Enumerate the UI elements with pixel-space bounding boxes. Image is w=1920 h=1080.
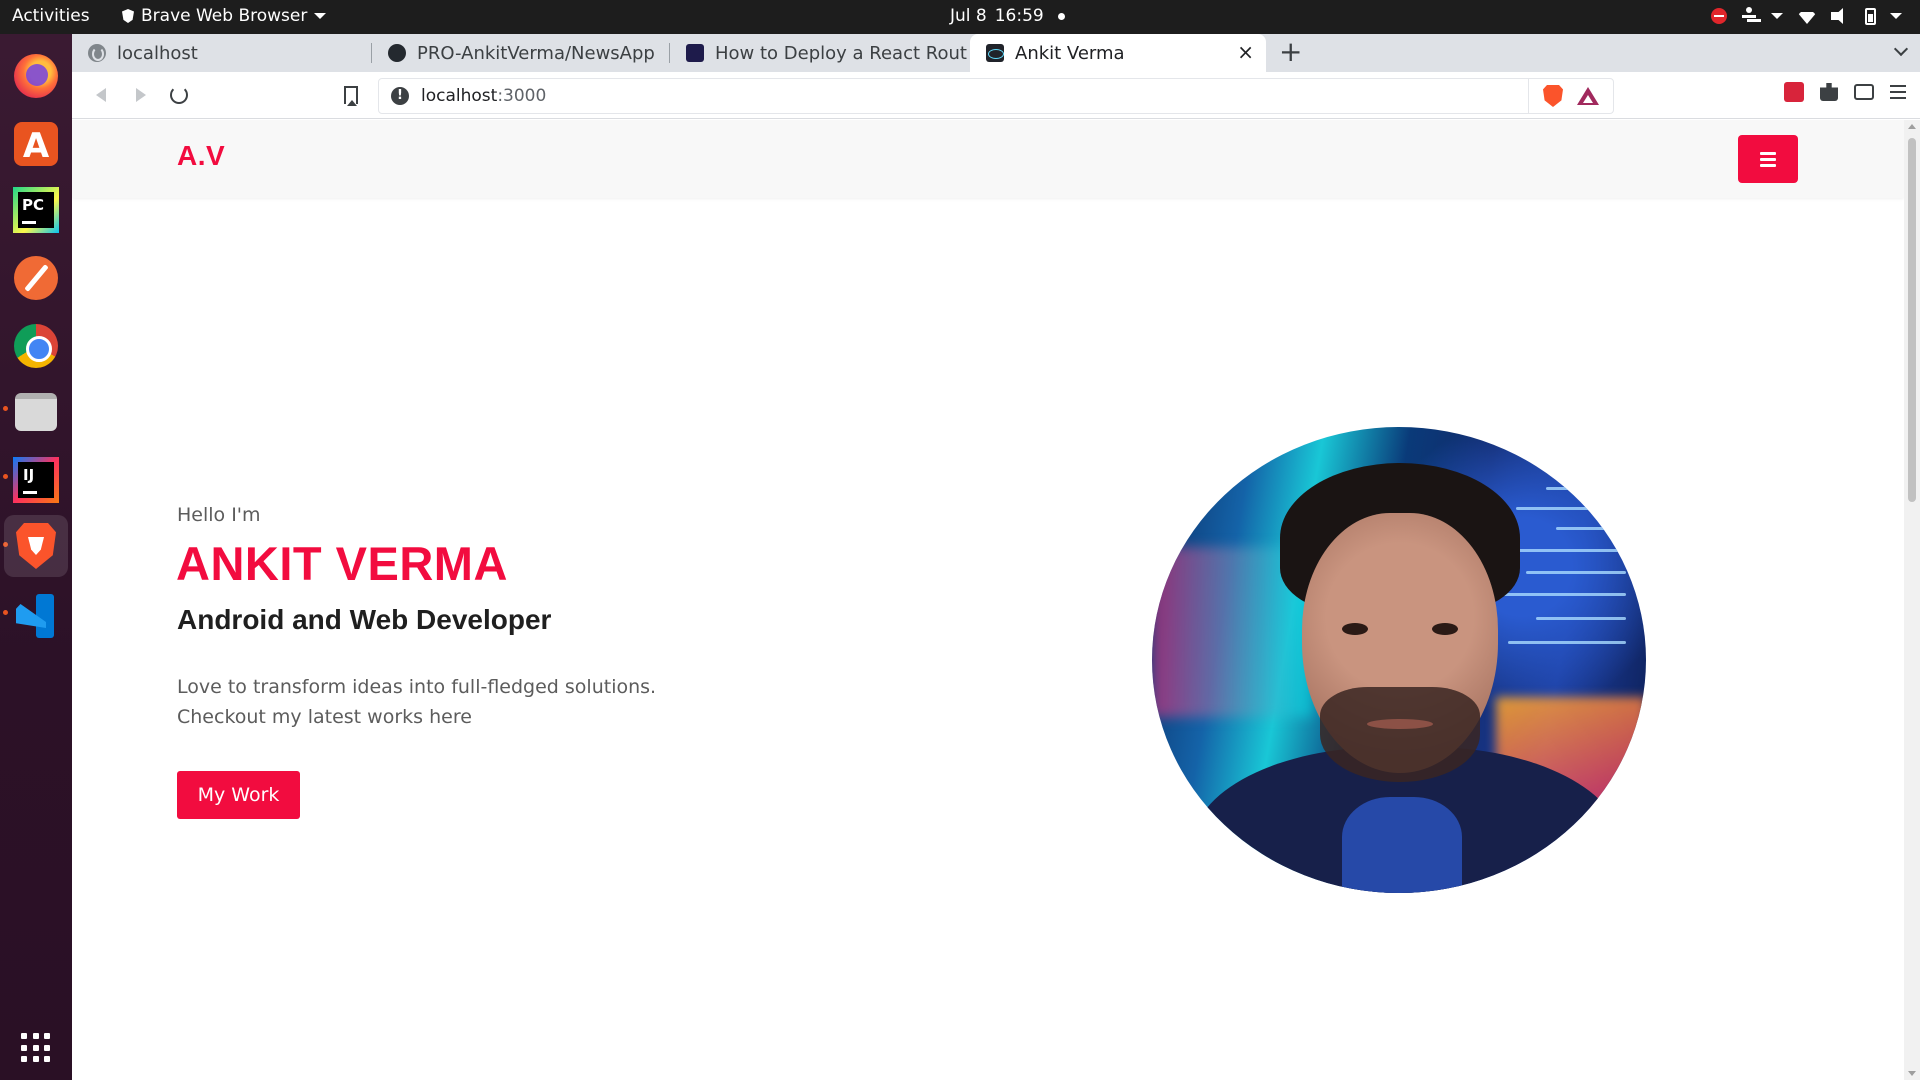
- running-indicator: [3, 406, 8, 411]
- github-icon: [388, 44, 406, 62]
- dock-intellij[interactable]: IJ: [10, 454, 62, 506]
- pycharm-icon: PC: [13, 187, 59, 233]
- address-url[interactable]: localhost:3000: [421, 86, 546, 106]
- app-menu-label: Brave Web Browser: [141, 6, 308, 26]
- forward-button[interactable]: [132, 86, 150, 104]
- brave-shield-icon: [122, 9, 134, 23]
- brave-icon: [16, 523, 56, 569]
- extension-icon[interactable]: [1784, 82, 1804, 102]
- dock-chrome[interactable]: [10, 320, 62, 372]
- intellij-icon: IJ: [13, 457, 59, 503]
- my-work-button[interactable]: My Work: [177, 771, 300, 819]
- profile-photo: [1152, 427, 1646, 893]
- hero-description-line: Love to transform ideas into full-fledge…: [177, 676, 657, 698]
- menu-icon[interactable]: [1890, 84, 1906, 100]
- close-tab-icon[interactable]: ×: [1237, 42, 1254, 62]
- tab-title: Ankit Verma: [1015, 42, 1125, 64]
- address-bar[interactable]: ! localhost:3000: [378, 78, 1614, 114]
- firefox-icon: [14, 54, 58, 98]
- browser-toolbar: ! localhost:3000: [72, 72, 1920, 119]
- site-navbar: A.V: [72, 120, 1904, 198]
- running-indicator: [3, 474, 8, 479]
- hero-greeting: Hello I'm: [177, 504, 261, 526]
- tab-localhost[interactable]: localhost: [72, 34, 372, 72]
- clock-time: 16:59: [994, 6, 1044, 26]
- vscode-icon: [14, 594, 58, 638]
- hero-description-line: Checkout my latest works here: [177, 706, 472, 728]
- dock-vscode[interactable]: [10, 590, 62, 642]
- tab-title: localhost: [117, 42, 198, 64]
- app-menu[interactable]: Brave Web Browser: [122, 6, 327, 26]
- tab-strip: localhost PRO-AnkitVerma/NewsApp How to …: [72, 34, 1920, 72]
- scroll-down-icon[interactable]: [1908, 1071, 1916, 1076]
- extensions-puzzle-icon[interactable]: [1820, 83, 1838, 101]
- running-indicator: [3, 610, 8, 615]
- bookmark-icon[interactable]: [344, 86, 358, 106]
- back-button[interactable]: [92, 86, 110, 104]
- chevron-down-icon: [1771, 13, 1783, 19]
- text-editor-icon: [14, 256, 58, 300]
- dock-files[interactable]: [10, 386, 62, 438]
- tab-search-chevron-icon[interactable]: [1893, 41, 1909, 57]
- page-scrollbar[interactable]: [1904, 120, 1920, 1080]
- notification-dot-icon: [1057, 12, 1065, 20]
- wifi-icon: [1797, 8, 1817, 24]
- show-applications-button[interactable]: [10, 1022, 62, 1074]
- nav-menu-button[interactable]: [1738, 135, 1798, 183]
- volume-icon: [1831, 8, 1851, 24]
- address-bar-actions: [1528, 79, 1613, 113]
- hero-name: ANKIT VERMA: [176, 537, 508, 590]
- reload-button[interactable]: [170, 86, 188, 104]
- web-page: A.V Hello I'm ANKIT VERMA Android and We…: [72, 120, 1904, 1080]
- brave-rewards-icon[interactable]: [1577, 87, 1599, 105]
- tab-title: How to Deploy a React Router: [715, 42, 967, 64]
- hero-description: Love to transform ideas into full-fledge…: [177, 672, 737, 732]
- clock[interactable]: Jul 8 16:59: [950, 6, 1065, 26]
- tab-github-newsapp[interactable]: PRO-AnkitVerma/NewsApp: [372, 34, 670, 72]
- do-not-disturb-icon: [1711, 8, 1727, 24]
- files-icon: [15, 393, 57, 431]
- toolbar-actions: [1784, 82, 1920, 102]
- ubuntu-software-icon: A: [14, 122, 58, 166]
- brave-shields-icon[interactable]: [1543, 85, 1563, 107]
- clock-date: Jul 8: [950, 6, 987, 26]
- globe-icon: [88, 44, 106, 62]
- wallet-icon[interactable]: [1854, 84, 1874, 100]
- dock: A PC IJ: [0, 34, 72, 1080]
- new-tab-button[interactable]: +: [1279, 38, 1302, 66]
- system-tray[interactable]: [1711, 7, 1902, 25]
- dock-pycharm[interactable]: PC: [10, 184, 62, 236]
- battery-icon: [1865, 7, 1876, 25]
- tab-ankit-verma[interactable]: Ankit Verma ×: [970, 34, 1266, 72]
- scroll-up-icon[interactable]: [1908, 124, 1916, 129]
- hero-role: Android and Web Developer: [177, 604, 552, 635]
- tab-deploy-react-router[interactable]: How to Deploy a React Router: [670, 34, 970, 72]
- dock-firefox[interactable]: [10, 50, 62, 102]
- site-brand-logo[interactable]: A.V: [177, 140, 225, 172]
- system-top-bar: Activities Brave Web Browser Jul 8 16:59: [0, 0, 1920, 34]
- chevron-down-icon: [314, 13, 327, 19]
- dock-brave[interactable]: [4, 515, 68, 577]
- site-info-icon[interactable]: !: [391, 87, 409, 105]
- react-icon: [986, 44, 1004, 62]
- accessibility-icon[interactable]: [1741, 7, 1757, 25]
- scrollbar-thumb[interactable]: [1908, 138, 1916, 502]
- tab-title: PRO-AnkitVerma/NewsApp: [417, 42, 655, 64]
- activities-button[interactable]: Activities: [12, 6, 90, 26]
- dock-text-editor[interactable]: [10, 252, 62, 304]
- chrome-icon: [14, 324, 58, 368]
- site-favicon-icon: [686, 44, 704, 62]
- chevron-down-icon: [1890, 13, 1902, 19]
- dock-ubuntu-software[interactable]: A: [10, 118, 62, 170]
- app-grid-icon: [21, 1033, 51, 1063]
